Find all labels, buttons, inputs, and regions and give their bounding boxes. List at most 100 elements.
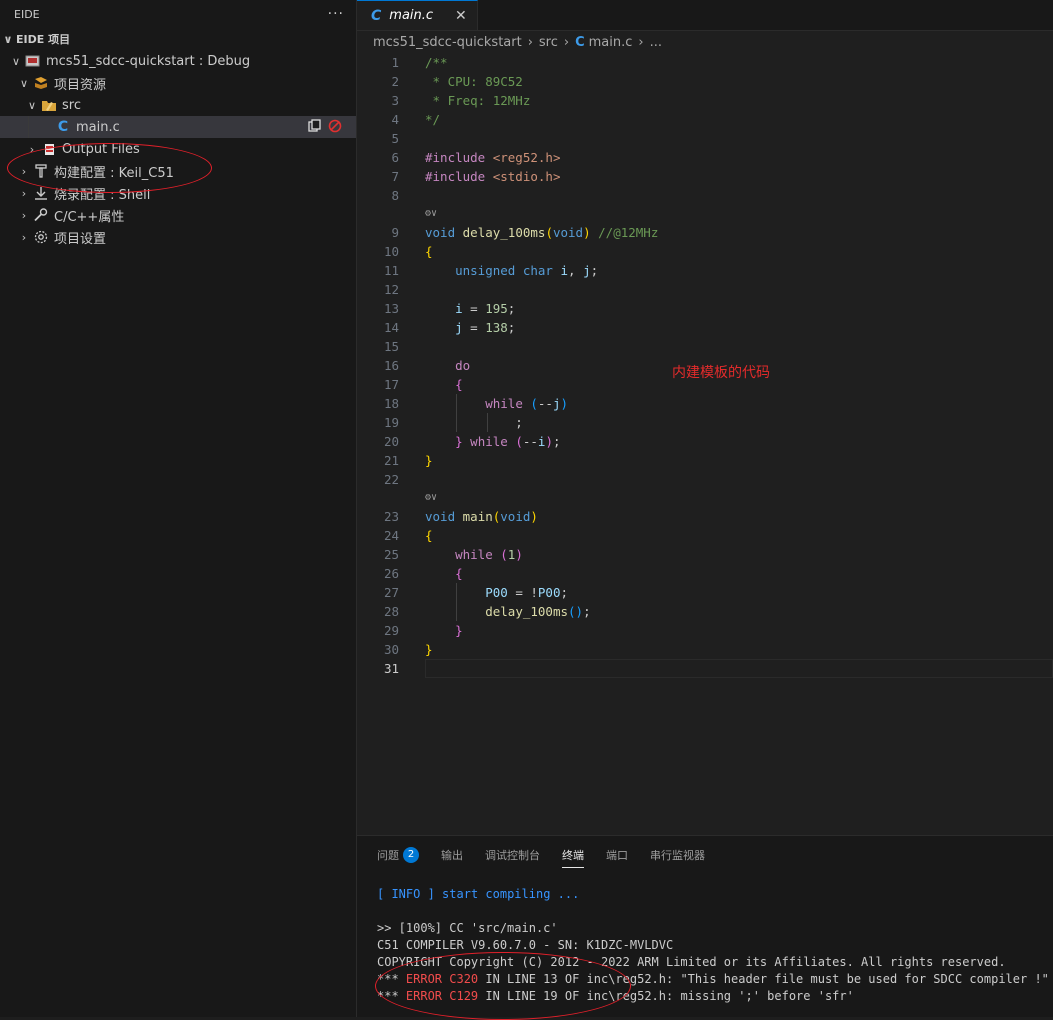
code-line: 7 #include <stdio.h> [391,169,561,184]
tab-terminal[interactable]: 终端 [562,843,584,868]
tree-item-cpp-props[interactable]: › C/C++属性 [0,204,356,226]
chevron-down-icon: ∨ [3,32,13,46]
indent-guide [28,116,29,138]
hammer-icon [32,163,50,179]
chevron-right-icon: › [21,164,27,178]
codelens-icon[interactable]: ⚙∨ [357,205,1053,223]
project-settings-label: 项目设置 [54,231,107,247]
tab-debug-console[interactable]: 调试控制台 [485,843,540,867]
editor: C main.c ✕ mcs51_sdcc-quickstart › src ›… [357,0,1053,835]
row-actions [308,119,342,133]
terminal-output[interactable]: [ INFO ] start compiling ... >> [100%] C… [357,874,1053,1005]
tree-item-build-config[interactable]: › 构建配置 : Keil_C51 [0,160,356,182]
terminal-line: C51 COMPILER V9.60.7.0 - SN: K1DZC-MVLDV… [377,938,674,952]
section-eide-project[interactable]: ∨ EIDE 项目 [0,28,356,50]
code-line: 14 j = 138; [383,320,516,335]
terminal-line: [ INFO ] start compiling ... [377,887,580,901]
code-line: 8 [391,188,399,203]
code-line: 15 [383,339,399,354]
terminal-error-line: *** ERROR C320 IN LINE 13 OF inc\reg52.h… [377,972,1049,986]
current-line-highlight [425,659,1053,678]
code-line: 18 while (--j) [383,394,569,413]
more-actions-icon[interactable]: ··· [328,6,344,22]
problems-count-badge: 2 [403,847,419,863]
code-line: 26 { [383,566,463,581]
chevron-right-icon: › [21,208,27,222]
tab-bar: C main.c ✕ [357,0,1053,31]
section-title: EIDE 项目 [16,33,71,46]
code-line: 28 delay_100ms(); [383,602,591,621]
code-line: 2 * CPU: 89C52 [391,74,523,89]
code-line: 1/** [391,55,448,70]
tree-item-src[interactable]: ∨ src [0,94,356,116]
download-icon [32,185,50,201]
code-line: 21} [383,453,433,468]
tab-problems-label: 问题 [377,849,399,862]
breadcrumb-more[interactable]: ... [650,35,662,50]
code-line: 22 [383,472,399,487]
chevron-right-icon: › [527,34,533,50]
chevron-down-icon: ∨ [27,98,37,112]
tree-item-project-settings[interactable]: › 项目设置 [0,226,356,248]
folder-icon [40,97,58,113]
chevron-down-icon: ∨ [19,76,29,90]
code-line: 5 [391,131,399,146]
main-c-label: main.c [76,119,120,135]
tree-item-project[interactable]: ∨ mcs51_sdcc-quickstart : Debug [0,50,356,72]
terminal-error-line: *** ERROR C129 IN LINE 19 OF inc\reg52.h… [377,989,854,1003]
panel-tabs: 问题 2 输出 调试控制台 终端 端口 串行监视器 [357,836,1053,874]
cpp-props-label: C/C++属性 [54,209,125,225]
output-folder-icon [40,141,58,157]
chevron-right-icon: › [638,34,644,50]
copy-icon[interactable] [308,119,322,133]
terminal-line: >> [100%] CC 'src/main.c' [377,921,558,935]
tab-problems[interactable]: 问题 2 [377,843,419,867]
code-line: 10{ [383,244,433,259]
code-line-current: 31 [357,659,1053,678]
chevron-down-icon: ∨ [11,54,21,68]
tree-item-main-c[interactable]: C main.c [0,116,356,138]
code-line: 12 [383,282,399,297]
chevron-right-icon: › [21,230,27,244]
close-icon[interactable]: ✕ [455,8,467,24]
chevron-right-icon: › [21,186,27,200]
code-line: 13 i = 195; [383,301,516,316]
exclude-icon[interactable] [328,119,342,133]
bottom-panel: 问题 2 输出 调试控制台 终端 端口 串行监视器 [ INFO ] start… [357,835,1053,1020]
output-files-label: Output Files [62,141,140,157]
code-line: 20 } while (--i); [383,434,561,449]
resources-label: 项目资源 [54,77,107,93]
tab-main-c[interactable]: C main.c ✕ [357,0,478,30]
gear-icon [32,229,50,245]
code-line: 27 P00 = !P00; [383,583,569,602]
project-label: mcs51_sdcc-quickstart : Debug [46,53,251,69]
src-label: src [62,97,81,113]
code-line: 6 #include <reg52.h> [391,150,561,165]
breadcrumb: mcs51_sdcc-quickstart › src › C main.c ›… [357,31,1053,53]
tree-item-flash-config[interactable]: › 烧录配置 : Shell [0,182,356,204]
code-line: 3 * Freq: 12MHz [391,93,531,108]
codelens-icon[interactable]: ⚙∨ [357,489,1053,507]
tab-serial-monitor[interactable]: 串行监视器 [650,843,705,867]
code-line: 29 } [383,623,463,638]
code-line: 23 void main(void) [383,509,538,524]
breadcrumb-file[interactable]: main.c [589,35,633,50]
flash-config-label: 烧录配置 : Shell [54,187,151,203]
sidebar-title: EIDE [14,7,40,21]
tree-item-output-files[interactable]: › Output Files [0,138,356,160]
tab-output[interactable]: 输出 [441,843,463,867]
terminal-line: COPYRIGHT Copyright (C) 2012 - 2022 ARM … [377,955,1006,969]
tab-ports[interactable]: 端口 [606,843,628,867]
code-line: 25 while (1) [383,547,523,562]
code-area[interactable]: 1/** 2 * CPU: 89C52 3 * Freq: 12MHz 4 */ … [357,53,1053,678]
build-config-label: 构建配置 : Keil_C51 [54,165,174,181]
code-line: 4 */ [391,112,441,127]
breadcrumb-project[interactable]: mcs51_sdcc-quickstart [373,35,522,50]
breadcrumb-src[interactable]: src [539,35,558,50]
code-line: 19 ; [383,413,523,432]
tree-item-resources[interactable]: ∨ 项目资源 [0,72,356,94]
chip-icon [24,53,42,69]
code-line: 30} [383,642,433,657]
code-line: 24{ [383,528,433,543]
